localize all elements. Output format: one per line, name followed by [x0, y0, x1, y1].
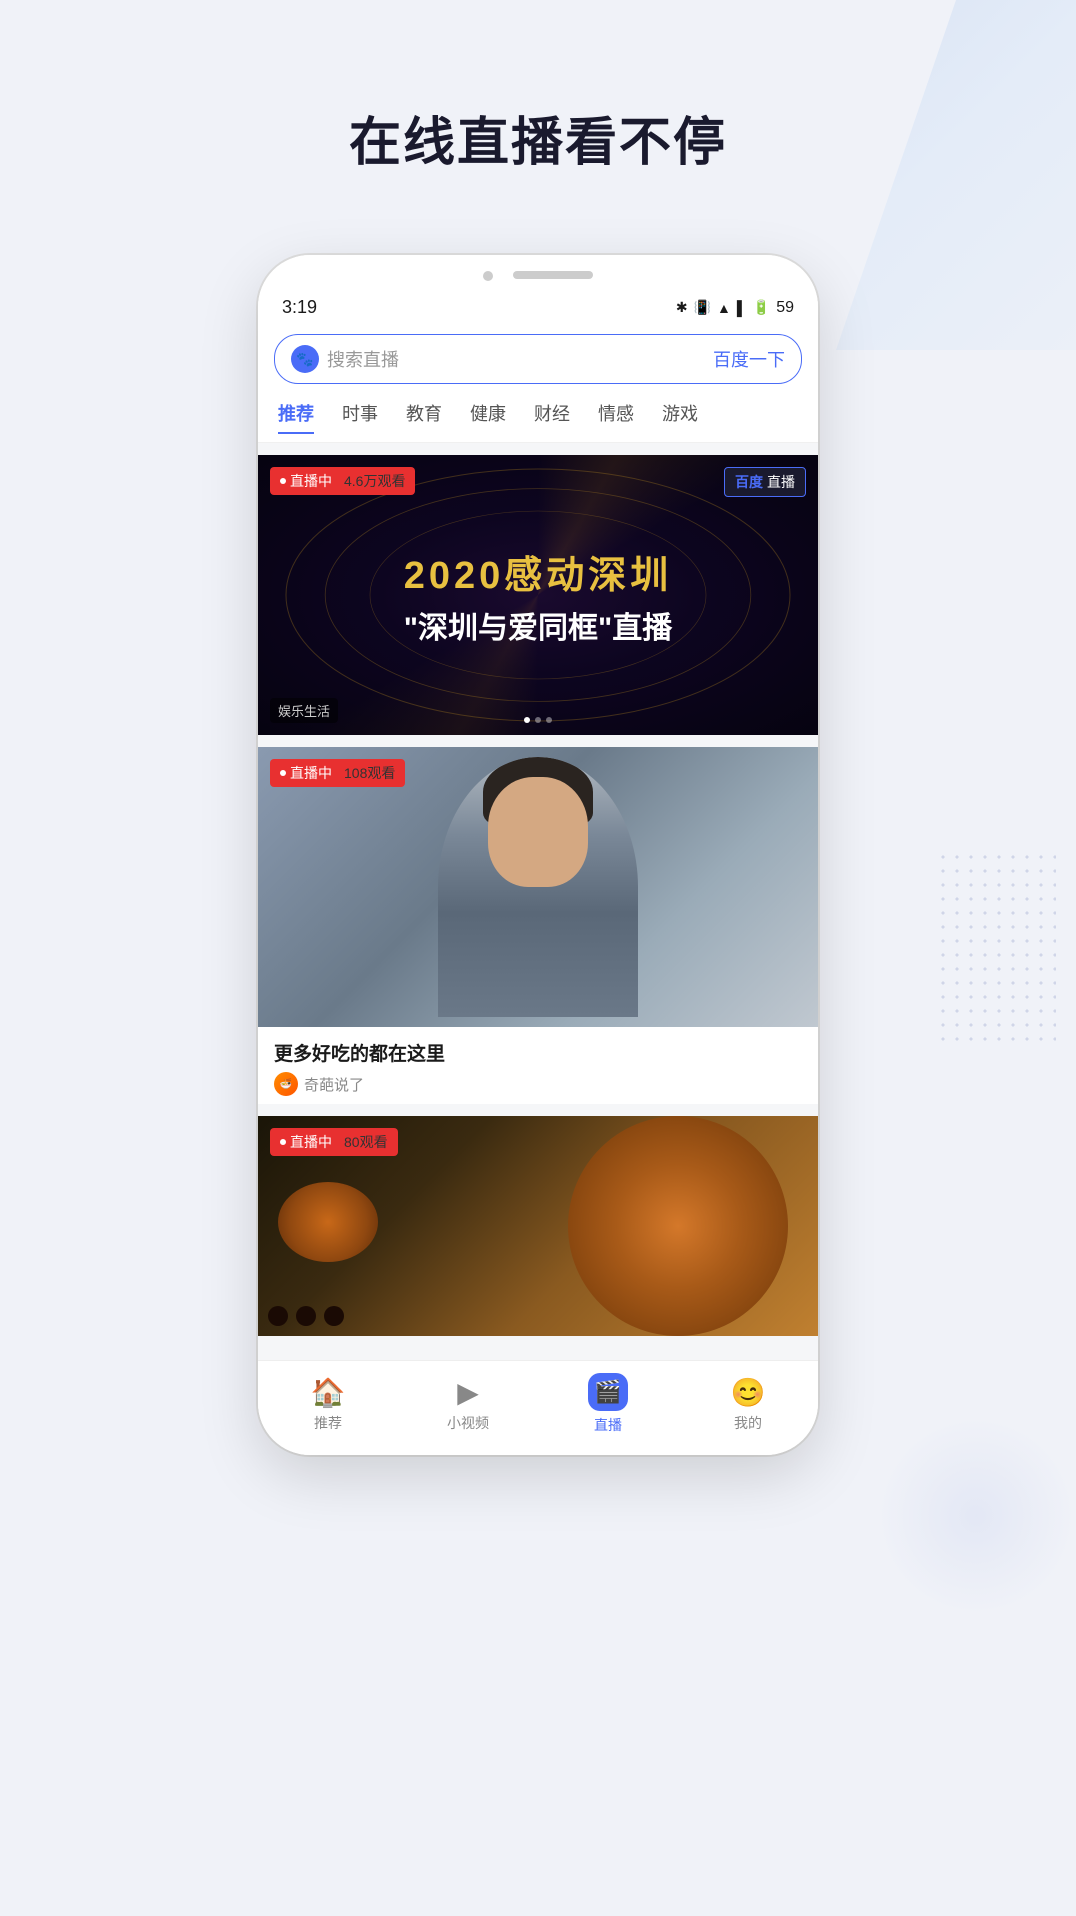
phone-speaker [513, 271, 593, 279]
card1-indicator [524, 717, 552, 723]
food-orange [278, 1182, 378, 1262]
live-card-1[interactable]: 2020感动深圳 "深圳与爱同框"直播 直播中 4.6万观看 百度 [258, 455, 818, 735]
card2-image: 直播中 108观看 [258, 747, 818, 1027]
home-icon: 🏠 [311, 1376, 346, 1409]
live-badge-1: 直播中 4.6万观看 [270, 467, 415, 495]
search-bar[interactable]: 🐾 搜索直播 百度一下 [274, 334, 802, 384]
tab-health[interactable]: 健康 [470, 400, 506, 434]
card1-year-text: 2020感动深圳 [404, 544, 673, 599]
live-badge-text-2: 直播中 [290, 763, 332, 783]
card2-info: 更多好吃的都在这里 🍜 奇葩说了 [258, 1027, 818, 1104]
search-input[interactable]: 搜索直播 [327, 346, 705, 372]
battery-percentage: 59 [776, 299, 794, 317]
live-badge-text-1: 直播中 [290, 471, 332, 491]
food-dot-2 [296, 1306, 316, 1326]
live-badge-2: 直播中 108观看 [270, 759, 405, 787]
card2-viewers: 108观看 [344, 763, 395, 783]
live-dot-3 [280, 1139, 286, 1145]
food-dark-items [268, 1306, 344, 1326]
search-bar-container: 🐾 搜索直播 百度一下 [258, 326, 818, 388]
nav-home-label: 推荐 [314, 1413, 342, 1433]
tab-finance[interactable]: 财经 [534, 400, 570, 434]
vibrate-icon: 📳 [694, 299, 711, 316]
card3-image: 直播中 80观看 [258, 1116, 818, 1336]
card1-image: 2020感动深圳 "深圳与爱同框"直播 直播中 4.6万观看 百度 [258, 455, 818, 735]
bg-dots-decoration [936, 850, 1056, 1050]
profile-icon: 😊 [731, 1376, 766, 1409]
baidu-icon: 🐾 [291, 345, 319, 373]
person-face [488, 777, 588, 887]
live-badge-inner-2: 直播中 [280, 763, 332, 783]
category-tabs: 推荐 时事 教育 健康 财经 情感 游戏 [258, 388, 818, 443]
hero-title: 在线直播看不停 [349, 100, 727, 175]
nav-video-label: 小视频 [447, 1413, 489, 1433]
live-card-3[interactable]: 直播中 80观看 [258, 1116, 818, 1336]
bluetooth-icon: ✱ [676, 299, 688, 316]
live-badge-inner-1: 直播中 [280, 471, 332, 491]
nav-live-label: 直播 [594, 1415, 622, 1435]
content-area: 2020感动深圳 "深圳与爱同框"直播 直播中 4.6万观看 百度 [258, 443, 818, 1360]
search-button[interactable]: 百度一下 [713, 346, 785, 372]
status-bar: 3:19 ✱ 📳 ▲ ▌ 🔋 59 [258, 289, 818, 326]
nav-live[interactable]: 🎬 直播 [568, 1373, 648, 1435]
baidu-paw-icon: 🐾 [296, 351, 313, 368]
live-dot-2 [280, 770, 286, 776]
wifi-icon: ▲ [717, 300, 731, 316]
nav-profile-label: 我的 [734, 1413, 762, 1433]
nav-home[interactable]: 🏠 推荐 [288, 1376, 368, 1433]
card3-viewers: 80观看 [344, 1132, 388, 1152]
live-text-badge: 直播 [767, 472, 795, 492]
entertainment-tag: 娱乐生活 [270, 698, 338, 723]
card2-title: 更多好吃的都在这里 [274, 1039, 802, 1066]
tab-game[interactable]: 游戏 [662, 400, 698, 434]
tab-education[interactable]: 教育 [406, 400, 442, 434]
dot-2 [535, 717, 541, 723]
live-badge-3: 直播中 80观看 [270, 1128, 398, 1156]
food-mooncake [568, 1116, 788, 1336]
dot-1 [524, 717, 530, 723]
card1-content: 2020感动深圳 "深圳与爱同框"直播 [404, 544, 673, 647]
nav-profile[interactable]: 😊 我的 [708, 1376, 788, 1433]
food-dot-3 [324, 1306, 344, 1326]
phone-top-bar [258, 255, 818, 289]
phone-camera [483, 271, 493, 281]
live-badge-inner-3: 直播中 [280, 1132, 332, 1152]
food-dot-1 [268, 1306, 288, 1326]
dot-3 [546, 717, 552, 723]
person-figure [438, 757, 638, 1017]
card1-main-text: "深圳与爱同框"直播 [404, 603, 673, 647]
live-icon: 🎬 [588, 1373, 627, 1411]
author-avatar: 🍜 [274, 1072, 298, 1096]
bg-decoration-bottom [876, 1416, 1076, 1616]
baidu-live-badge: 百度 直播 [724, 467, 806, 497]
tab-recommend[interactable]: 推荐 [278, 400, 314, 434]
signal-icon: ▌ [737, 300, 747, 316]
bg-decoration-top-right [776, 0, 1076, 350]
status-time: 3:19 [282, 297, 317, 318]
live-dot-1 [280, 478, 286, 484]
bottom-nav: 🏠 推荐 ▶ 小视频 🎬 直播 😊 我的 [258, 1360, 818, 1455]
video-icon: ▶ [457, 1376, 479, 1409]
phone-frame: 3:19 ✱ 📳 ▲ ▌ 🔋 59 🐾 搜索直播 百度一下 推荐 [258, 255, 818, 1455]
live-card-2[interactable]: 直播中 108观看 更多好吃的都在这里 🍜 奇葩说了 [258, 747, 818, 1104]
status-icons: ✱ 📳 ▲ ▌ 🔋 59 [676, 299, 794, 317]
battery-icon: 🔋 [753, 299, 770, 316]
card1-viewers: 4.6万观看 [344, 471, 405, 491]
phone-mockup: 3:19 ✱ 📳 ▲ ▌ 🔋 59 🐾 搜索直播 百度一下 推荐 [258, 255, 818, 1455]
tab-news[interactable]: 时事 [342, 400, 378, 434]
author-name: 奇葩说了 [304, 1074, 364, 1095]
nav-video[interactable]: ▶ 小视频 [428, 1376, 508, 1433]
tab-emotion[interactable]: 情感 [598, 400, 634, 434]
baidu-logo-text: 百度 [735, 472, 763, 492]
card2-author: 🍜 奇葩说了 [274, 1072, 802, 1096]
live-badge-text-3: 直播中 [290, 1132, 332, 1152]
